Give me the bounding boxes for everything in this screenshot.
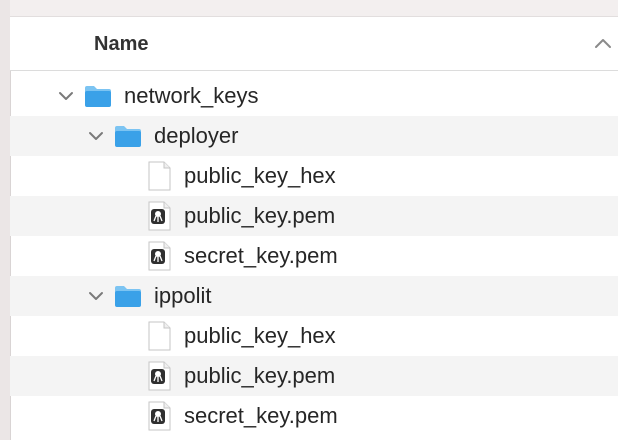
file-row[interactable]: public_key_hex [10,156,618,196]
chevron-down-icon[interactable] [88,129,104,141]
document-icon [146,161,172,196]
file-row[interactable]: secret_key.pem [10,236,618,276]
folder-row[interactable]: deployer [10,116,618,156]
document-icon [146,321,172,356]
chevron-down-icon[interactable] [58,89,74,101]
file-name: secret_key.pem [184,403,338,428]
chevron-up-icon[interactable] [594,37,612,49]
file-name: public_key_hex [184,163,336,188]
certificate-icon [146,201,172,236]
file-tree: network_keys deployer public_key_hex public… [10,76,618,436]
file-row[interactable]: public_key.pem [10,196,618,236]
file-name: secret_key.pem [184,243,338,268]
folder-row[interactable]: ippolit [10,276,618,316]
file-name: public_key.pem [184,203,336,228]
file-name: public_key_hex [184,323,336,348]
file-name: public_key.pem [184,363,336,388]
folder-name: ippolit [154,283,212,308]
toolbar-strip [10,0,618,17]
file-row[interactable]: public_key.pem [10,356,618,396]
name-column-header[interactable]: Name [94,33,148,56]
certificate-icon [146,401,172,436]
folder-row[interactable]: network_keys [10,76,618,116]
file-row[interactable]: secret_key.pem [10,396,618,436]
folder-name: deployer [154,123,239,148]
chevron-down-icon[interactable] [88,289,104,301]
column-header[interactable]: Name [10,17,618,71]
folder-icon [113,123,143,154]
folder-icon [113,283,143,314]
certificate-icon [146,361,172,396]
folder-name: network_keys [124,83,259,108]
certificate-icon [146,241,172,276]
file-row[interactable]: public_key_hex [10,316,618,356]
folder-icon [83,83,113,114]
